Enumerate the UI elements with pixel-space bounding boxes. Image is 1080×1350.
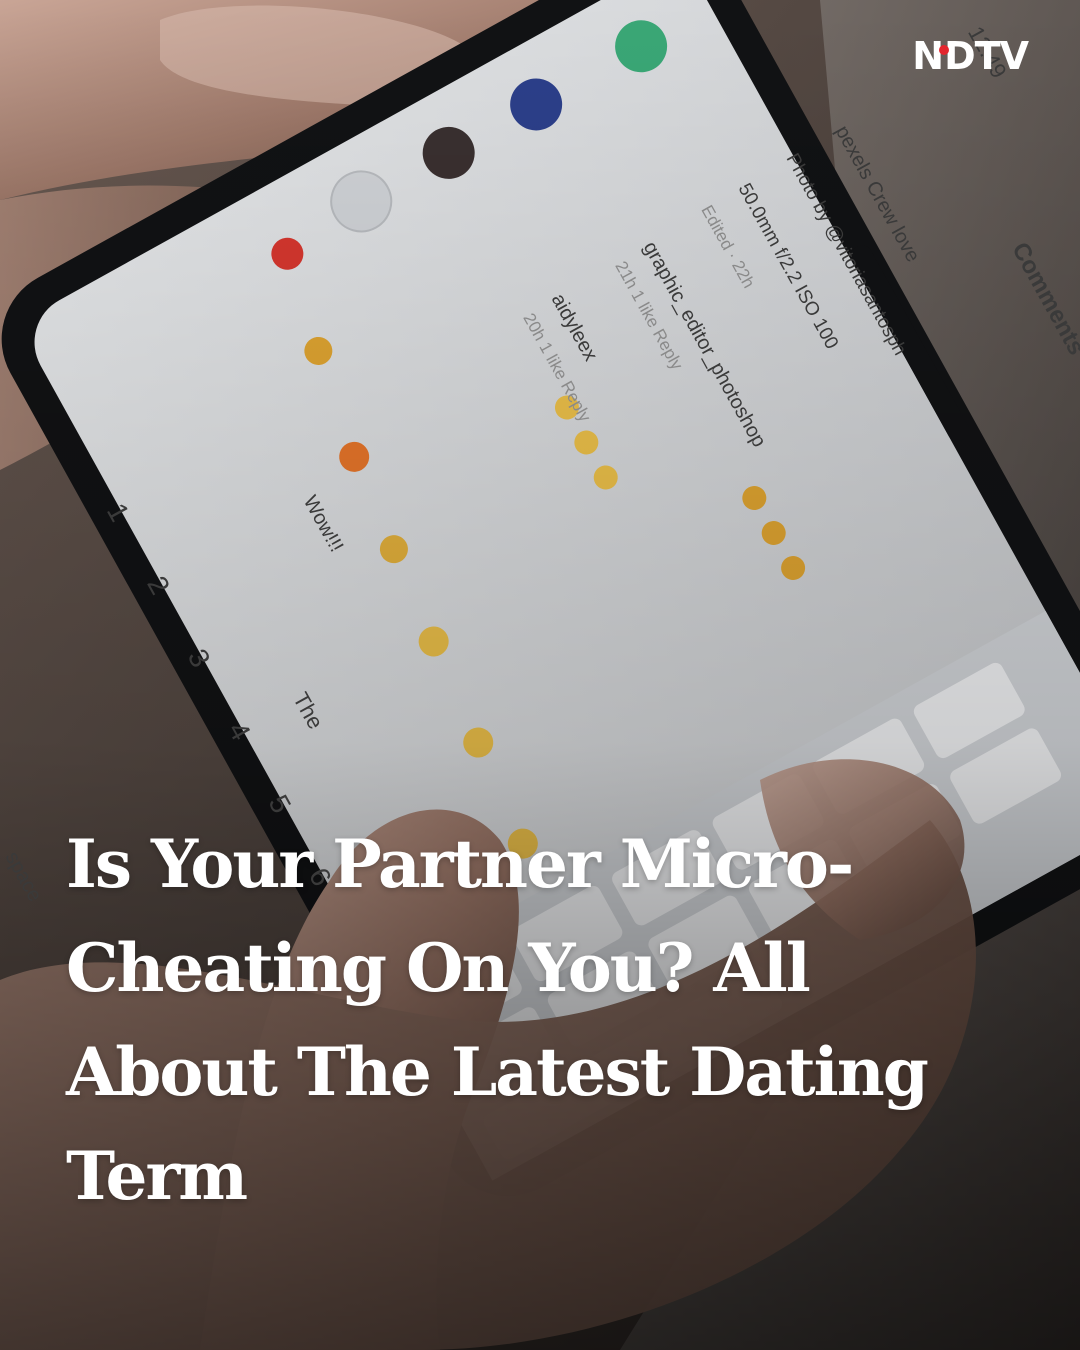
logo-letter-n: N — [912, 34, 944, 78]
headline-line-2: Cheating On You? All — [66, 929, 811, 1007]
headline: Is Your Partner Micro- Cheating On You? … — [66, 812, 966, 1228]
logo-letters-tv: TV — [974, 34, 1029, 78]
headline-line-1: Is Your Partner Micro- — [66, 825, 854, 903]
ndtv-logo: N D TV — [912, 34, 1029, 78]
headline-line-3: About The Latest Dating — [66, 1033, 929, 1111]
logo-letter-d: D — [944, 34, 976, 78]
headline-line-4: Term — [66, 1137, 248, 1215]
